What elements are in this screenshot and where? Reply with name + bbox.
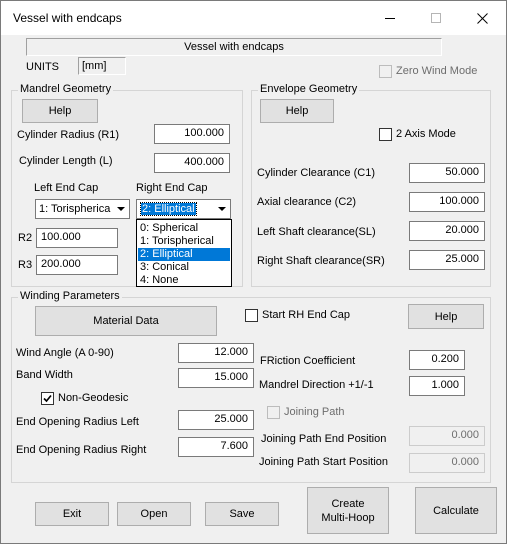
- right-shaft-clearance-input[interactable]: 25.000: [409, 250, 485, 270]
- start-rh-end-cap-checkbox[interactable]: [245, 309, 258, 322]
- mandrel-geometry-title: Mandrel Geometry: [18, 83, 114, 95]
- r3-label: R3: [18, 259, 33, 271]
- cylinder-length-input[interactable]: 400.000: [154, 153, 230, 173]
- right-end-cap-label: Right End Cap: [136, 182, 208, 194]
- band-width-label: Band Width: [16, 369, 73, 381]
- joining-path-start-label: Joining Path Start Position: [259, 456, 389, 468]
- zero-wind-mode-checkbox[interactable]: [379, 65, 392, 78]
- joining-path-end-label: Joining Path End Position: [261, 433, 387, 445]
- axial-clearance-input[interactable]: 100.000: [409, 192, 485, 212]
- right-end-cap-value: 2: Elliptical: [140, 202, 197, 216]
- left-shaft-clearance-input[interactable]: 20.000: [409, 221, 485, 241]
- non-geodesic-label: Non-Geodesic: [58, 392, 129, 404]
- dropdown-option-selected[interactable]: 2: Elliptical: [138, 248, 230, 261]
- left-end-cap-label: Left End Cap: [34, 182, 99, 194]
- r2-label: R2: [18, 232, 33, 244]
- save-button[interactable]: Save: [205, 502, 279, 526]
- close-icon: [476, 12, 488, 24]
- mandrel-direction-input[interactable]: 1.000: [409, 376, 465, 396]
- friction-coefficient-input[interactable]: 0.200: [409, 350, 465, 370]
- envelope-help-button[interactable]: Help: [260, 99, 334, 123]
- exit-button[interactable]: Exit: [35, 502, 109, 526]
- end-opening-radius-left-label: End Opening Radius Left: [16, 416, 139, 428]
- r3-input[interactable]: 200.000: [36, 255, 118, 275]
- maximize-icon: [430, 12, 441, 23]
- band-width-input[interactable]: 15.000: [178, 368, 254, 388]
- end-opening-radius-left-input[interactable]: 25.000: [178, 410, 254, 430]
- open-button[interactable]: Open: [117, 502, 191, 526]
- material-data-button[interactable]: Material Data: [35, 306, 217, 336]
- friction-coefficient-label: FRiction Coefficient: [260, 355, 356, 367]
- title-bar: Vessel with endcaps: [1, 1, 506, 35]
- joining-path-checkbox[interactable]: [267, 406, 280, 419]
- cylinder-clearance-label: Cylinder Clearance (C1): [257, 167, 375, 179]
- r2-input[interactable]: 100.000: [36, 228, 118, 248]
- right-end-cap-select[interactable]: 2: Elliptical: [136, 199, 231, 219]
- dropdown-option[interactable]: 3: Conical: [138, 261, 230, 274]
- joining-path-start-input[interactable]: 0.000: [409, 453, 485, 473]
- wind-angle-label: Wind Angle (A 0-90): [16, 347, 114, 359]
- units-value: [mm]: [78, 57, 126, 75]
- zero-wind-mode-label: Zero Wind Mode: [396, 65, 478, 77]
- end-opening-radius-right-input[interactable]: 7.600: [178, 437, 254, 457]
- envelope-geometry-title: Envelope Geometry: [258, 83, 360, 95]
- right-shaft-clearance-label: Right Shaft clearance(SR): [257, 255, 385, 267]
- header-label: Vessel with endcaps: [26, 38, 442, 56]
- close-button[interactable]: [459, 1, 505, 35]
- checkmark-icon: [43, 394, 52, 403]
- right-end-cap-dropdown[interactable]: 0: Spherical 1: Torispherical 2: Ellipti…: [136, 219, 232, 287]
- minimize-icon: [384, 17, 395, 19]
- winding-parameters-title: Winding Parameters: [18, 290, 122, 302]
- two-axis-mode-checkbox[interactable]: [379, 128, 392, 141]
- cylinder-clearance-input[interactable]: 50.000: [409, 163, 485, 183]
- left-end-cap-value: 1: Torispherica: [39, 203, 111, 215]
- winding-help-button[interactable]: Help: [408, 304, 484, 329]
- end-opening-radius-right-label: End Opening Radius Right: [16, 444, 147, 456]
- dialog-window: Vessel with endcaps Vessel with endcaps …: [0, 0, 507, 544]
- two-axis-mode-label: 2 Axis Mode: [396, 128, 456, 140]
- calculate-button[interactable]: Calculate: [415, 487, 497, 534]
- mandrel-help-button[interactable]: Help: [22, 99, 98, 123]
- non-geodesic-checkbox[interactable]: [41, 392, 54, 405]
- joining-path-label: Joining Path: [284, 406, 345, 418]
- left-end-cap-select[interactable]: 1: Torispherica: [35, 199, 130, 219]
- dropdown-option[interactable]: 0: Spherical: [138, 222, 230, 235]
- cylinder-length-label: Cylinder Length (L): [19, 155, 113, 167]
- axial-clearance-label: Axial clearance (C2): [257, 196, 357, 208]
- create-multi-hoop-button[interactable]: Create Multi-Hoop: [307, 487, 389, 534]
- dropdown-option[interactable]: 1: Torispherical: [138, 235, 230, 248]
- left-shaft-clearance-label: Left Shaft clearance(SL): [257, 226, 376, 238]
- wind-angle-input[interactable]: 12.000: [178, 343, 254, 363]
- window-title: Vessel with endcaps: [13, 11, 122, 25]
- chevron-down-icon[interactable]: [213, 200, 230, 218]
- dropdown-option[interactable]: 4: None: [138, 274, 230, 287]
- units-label: UNITS: [26, 61, 59, 73]
- start-rh-end-cap-label: Start RH End Cap: [262, 309, 351, 321]
- cylinder-radius-input[interactable]: 100.000: [154, 124, 230, 144]
- minimize-button[interactable]: [367, 1, 413, 35]
- cylinder-radius-label: Cylinder Radius (R1): [17, 129, 120, 141]
- maximize-button[interactable]: [413, 1, 459, 35]
- chevron-down-icon[interactable]: [112, 200, 129, 218]
- create-multi-hoop-line1: Create: [331, 497, 365, 510]
- joining-path-end-input[interactable]: 0.000: [409, 426, 485, 446]
- mandrel-direction-label: Mandrel Direction +1/-1: [259, 379, 374, 391]
- create-multi-hoop-line2: Multi-Hoop: [321, 511, 375, 524]
